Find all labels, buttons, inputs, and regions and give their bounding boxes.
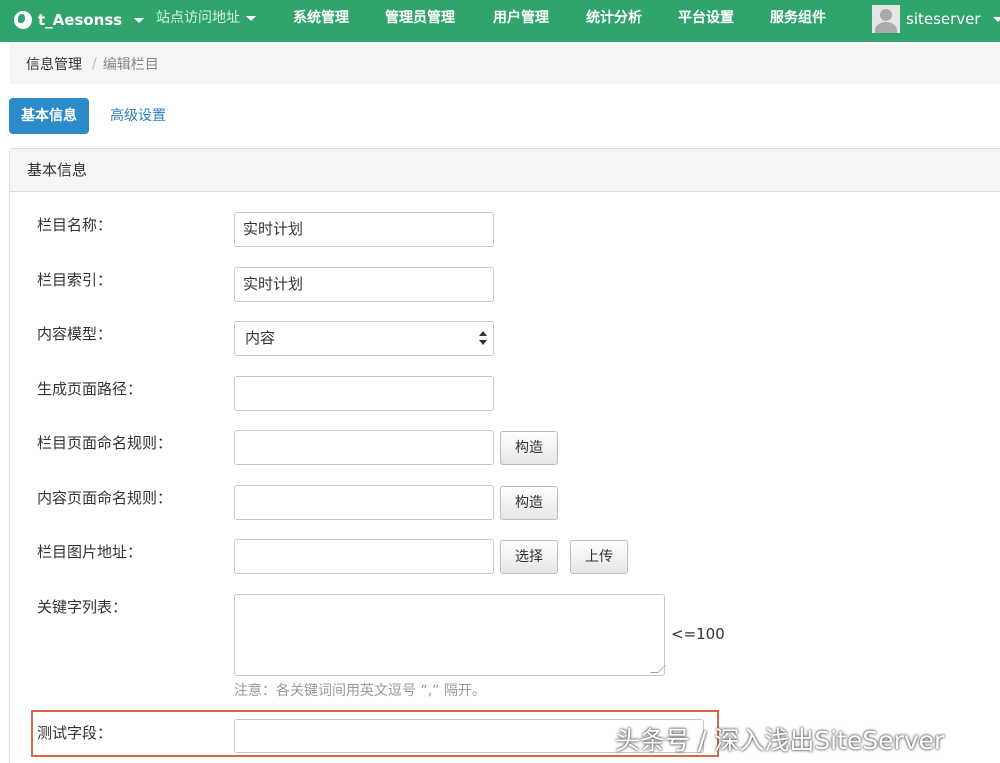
site-name: t_Aesonss [38, 11, 123, 29]
image-url-input[interactable] [234, 539, 494, 574]
user-name: siteserver [906, 10, 981, 28]
content-naming-rule-label: 内容页面命名规则： [37, 489, 173, 507]
image-upload-button[interactable]: 上传 [570, 540, 628, 574]
keywords-limit-hint: <=100 [671, 625, 725, 643]
top-navbar: t_Aesonss 站点访问地址 系统管理 管理员管理 用户管理 统计分析 平台… [0, 0, 1000, 42]
avatar [872, 5, 900, 33]
page-path-input[interactable] [234, 376, 494, 411]
image-url-label: 栏目图片地址： [37, 543, 143, 561]
nav-system[interactable]: 系统管理 [293, 0, 349, 38]
content-model-label: 内容模型： [37, 325, 113, 343]
tab-basic-info[interactable]: 基本信息 [9, 98, 89, 134]
image-select-button[interactable]: 选择 [500, 540, 558, 574]
channel-naming-build-button[interactable]: 构造 [500, 431, 558, 465]
nav-services[interactable]: 服务组件 [770, 0, 826, 38]
channel-naming-rule-input[interactable] [234, 430, 494, 465]
watermark: 头条号 / 深入浅出SiteServer [615, 726, 945, 755]
select-arrows-icon [479, 331, 487, 347]
nav-site-url[interactable]: 站点访问地址 [156, 0, 256, 38]
chevron-down-icon [134, 17, 145, 23]
user-menu[interactable]: siteserver [872, 4, 1000, 34]
tab-advanced-settings[interactable]: 高级设置 [98, 98, 178, 134]
keywords-textarea[interactable] [234, 594, 666, 676]
channel-index-label: 栏目索引： [37, 271, 113, 289]
channel-name-label: 栏目名称： [37, 216, 113, 234]
keywords-note: 注意：各关键词间用英文逗号 “,” 隔开。 [234, 683, 486, 699]
content-naming-build-button[interactable]: 构造 [500, 486, 558, 520]
breadcrumb: 信息管理 / 编辑栏目 [10, 44, 1000, 84]
site-switcher[interactable]: t_Aesonss [14, 0, 145, 40]
nav-stats[interactable]: 统计分析 [586, 0, 642, 38]
chevron-down-icon [246, 15, 256, 21]
breadcrumb-separator: / [92, 56, 97, 72]
channel-index-input[interactable]: 实时计划 [234, 267, 494, 302]
content-model-select[interactable]: 内容 [234, 321, 494, 356]
breadcrumb-current: 编辑栏目 [102, 57, 159, 73]
test-field-label: 测试字段： [37, 724, 113, 742]
keywords-label: 关键字列表： [37, 598, 128, 616]
page-path-label: 生成页面路径： [37, 380, 143, 398]
resize-grip-icon[interactable] [650, 665, 666, 673]
content-model-value: 内容 [245, 329, 276, 347]
globe-icon [14, 11, 32, 29]
breadcrumb-root[interactable]: 信息管理 [26, 54, 82, 74]
nav-admin[interactable]: 管理员管理 [385, 0, 455, 38]
nav-users[interactable]: 用户管理 [493, 0, 549, 38]
channel-naming-rule-label: 栏目页面命名规则： [37, 434, 173, 452]
panel-title: 基本信息 [10, 149, 1000, 192]
chevron-down-icon [992, 16, 1000, 22]
nav-platform[interactable]: 平台设置 [678, 0, 734, 38]
content-naming-rule-input[interactable] [234, 485, 494, 520]
channel-name-input[interactable]: 实时计划 [234, 212, 494, 247]
